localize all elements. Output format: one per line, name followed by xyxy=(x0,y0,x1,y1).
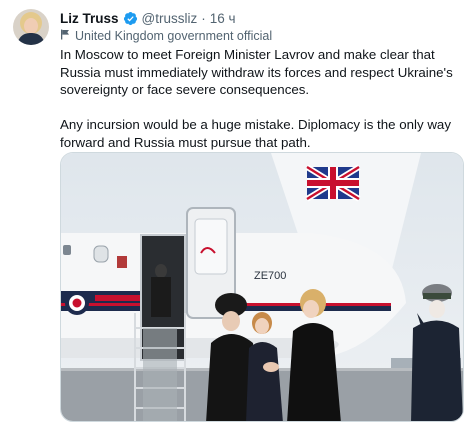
author-handle[interactable]: @trussliz xyxy=(142,11,198,26)
tweet-paragraph-2: Any incursion would be a huge mistake. D… xyxy=(60,117,451,150)
tweet-photo[interactable]: ZE700 xyxy=(60,152,464,422)
tweet-paragraph-1: In Moscow to meet Foreign Minister Lavro… xyxy=(60,47,453,98)
affiliation-text: United Kingdom government official xyxy=(75,29,273,43)
flag-icon xyxy=(60,29,70,43)
separator-dot: · xyxy=(201,10,206,26)
tweet-header: Liz Truss @trussliz · 16 ч xyxy=(60,9,236,27)
author-name[interactable]: Liz Truss xyxy=(60,11,119,26)
avatar[interactable] xyxy=(13,9,49,45)
verified-badge-icon xyxy=(123,11,138,26)
aircraft-registration: ZE700 xyxy=(254,270,286,282)
affiliation-label: United Kingdom government official xyxy=(60,28,272,44)
photo-illustration: ZE700 xyxy=(61,153,463,421)
timestamp[interactable]: 16 ч xyxy=(210,11,236,26)
tweet-text: In Moscow to meet Foreign Minister Lavro… xyxy=(60,46,460,169)
